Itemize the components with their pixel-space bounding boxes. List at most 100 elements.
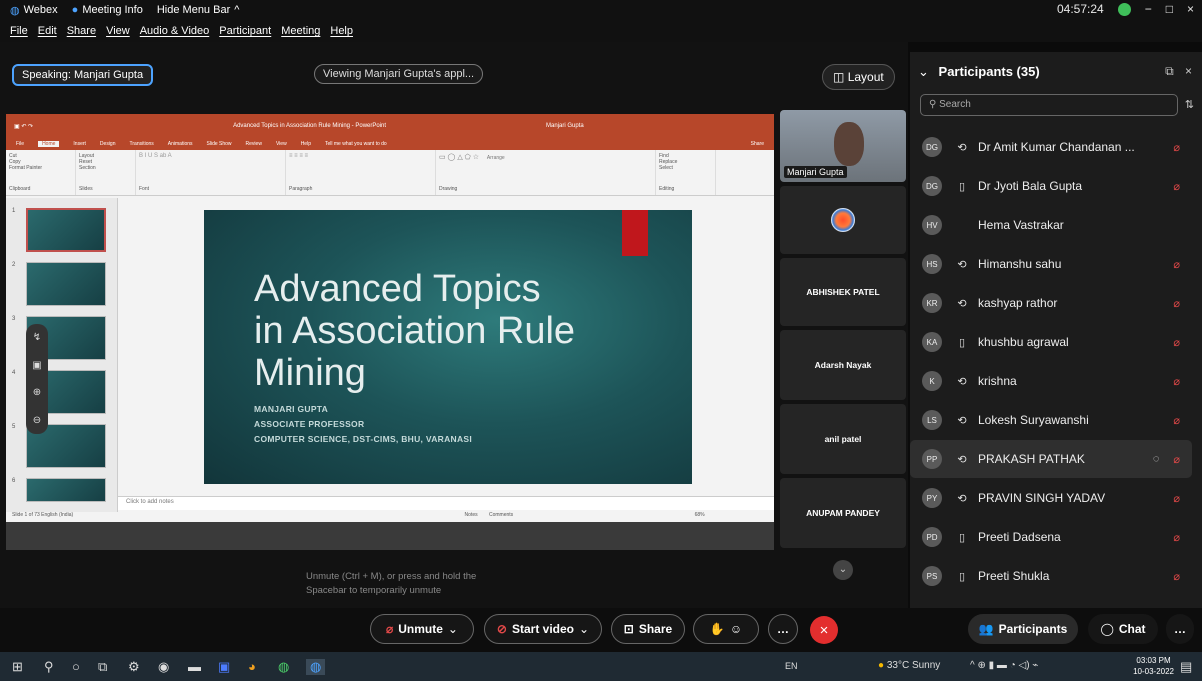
task-view-icon[interactable]: ⧉ — [98, 659, 107, 675]
zoom-out-icon[interactable]: ⊖ — [33, 415, 41, 426]
close-button[interactable]: × — [1187, 2, 1194, 16]
participant-name: Dr Jyoti Bala Gupta — [978, 179, 1083, 193]
participant-row[interactable]: HV Hema Vastrakar — [910, 206, 1192, 244]
participants-toggle-button[interactable]: 👥 Participants — [968, 614, 1078, 644]
video-tile[interactable]: anil patel — [780, 404, 906, 474]
pointer-icon[interactable]: ↯ — [33, 332, 41, 343]
meeting-stage: Speaking: Manjari Gupta Viewing Manjari … — [0, 42, 908, 608]
participants-header[interactable]: ⌄ Participants (35) — [918, 64, 1040, 80]
app-icon[interactable]: ⚙ — [128, 659, 140, 675]
reactions-button[interactable]: ✋ ☺ — [693, 614, 759, 644]
sort-icon[interactable]: ⇅ — [1185, 98, 1194, 111]
panel-header-actions: ⧉ × — [1165, 64, 1192, 79]
chrome-icon[interactable]: ◕ — [248, 659, 256, 674]
ppt-status-notes: Notes — [464, 512, 478, 518]
muted-mic-icon[interactable]: ⌀ — [1173, 570, 1180, 583]
menu-share[interactable]: Share — [67, 25, 96, 37]
popout-icon[interactable]: ⧉ — [1165, 64, 1174, 78]
presenter-video-tile[interactable]: Manjari Gupta — [780, 110, 906, 182]
webex-app-menu[interactable]: ◍ Webex — [10, 4, 58, 17]
panel-more-button[interactable]: … — [1166, 614, 1194, 644]
scroll-down-icon[interactable]: ⌄ — [833, 560, 853, 580]
ppt-status-bar: Slide 1 of 73 English (India) Notes Comm… — [6, 512, 774, 522]
hide-menu-bar-button[interactable]: Hide Menu Bar ^ — [157, 4, 240, 16]
window-title-bar: ◍ Webex ● Meeting Info Hide Menu Bar ^ 0… — [0, 0, 1202, 20]
muted-mic-icon[interactable]: ⌀ — [1173, 414, 1180, 427]
participant-row[interactable]: PY ⟲ PRAVIN SINGH YADAV ⌀ — [910, 479, 1192, 517]
muted-mic-icon[interactable]: ⌀ — [1173, 492, 1180, 505]
language-indicator[interactable]: EN — [785, 661, 798, 671]
leave-meeting-button[interactable]: × — [810, 616, 838, 644]
screen-icon[interactable]: ▣ — [32, 360, 41, 371]
participant-avatar: DG — [922, 137, 942, 157]
app-icon[interactable]: ▬ — [188, 659, 201, 674]
close-panel-icon[interactable]: × — [1185, 64, 1192, 78]
search-icon[interactable]: ⚲ — [44, 659, 54, 675]
photoshop-icon[interactable]: ▣ — [218, 659, 230, 675]
muted-mic-icon[interactable]: ⌀ — [1173, 141, 1180, 154]
meeting-info-button[interactable]: ● Meeting Info — [72, 4, 143, 16]
menu-view[interactable]: View — [106, 25, 130, 37]
participant-row[interactable]: KA ▯ khushbu agrawal ⌀ — [910, 323, 1192, 361]
menu-edit[interactable]: Edit — [38, 25, 57, 37]
menu-meeting[interactable]: Meeting — [281, 25, 320, 37]
participant-name: krishna — [978, 374, 1017, 388]
muted-mic-icon[interactable]: ⌀ — [1173, 297, 1180, 310]
ppt-ribbon-tabs: File Home Insert Design Transitions Anim… — [6, 138, 774, 150]
video-tile[interactable]: ANUPAM PANDEY — [780, 478, 906, 548]
participant-row[interactable]: DG ⟲ Dr Amit Kumar Chandanan ... ⌀ — [910, 128, 1192, 166]
audio-only-tile[interactable] — [780, 186, 906, 254]
participant-row[interactable]: KR ⟲ kashyap rathor ⌀ — [910, 284, 1192, 322]
participant-row[interactable]: K ⟲ krishna ⌀ — [910, 362, 1192, 400]
participants-toggle-label: Participants — [998, 622, 1068, 636]
taskbar-clock[interactable]: 03:03 PM 10-03-2022 — [1133, 655, 1174, 677]
participant-row[interactable]: HS ⟲ Himanshu sahu ⌀ — [910, 245, 1192, 283]
participant-row[interactable]: PD ▯ Preeti Dadsena ⌀ — [910, 518, 1192, 556]
layout-icon: ◫ — [833, 70, 845, 84]
chat-bubble-icon[interactable]: ◌ — [1153, 453, 1160, 465]
menu-help[interactable]: Help — [330, 25, 353, 37]
weather-widget[interactable]: ● 33°C Sunny — [878, 660, 940, 671]
participant-row[interactable]: PS ▯ Preeti Shukla ⌀ — [910, 557, 1192, 595]
muted-mic-icon[interactable]: ⌀ — [1173, 453, 1180, 466]
maximize-button[interactable]: □ — [1166, 2, 1173, 16]
video-tile[interactable]: Adarsh Nayak — [780, 330, 906, 400]
participant-search-input[interactable]: ⚲ Search — [920, 94, 1178, 116]
start-video-button[interactable]: ⊘ Start video ⌄ — [484, 614, 602, 644]
participant-row[interactable]: LS ⟲ Lokesh Suryawanshi ⌀ — [910, 401, 1192, 439]
maps-icon[interactable]: ◉ — [158, 659, 169, 675]
share-button[interactable]: ⊡ Share — [611, 614, 685, 644]
muted-mic-icon[interactable]: ⌀ — [1173, 336, 1180, 349]
muted-mic-icon[interactable]: ⌀ — [1173, 531, 1180, 544]
thumb-number: 5 — [12, 424, 16, 430]
cortana-icon[interactable]: ○ — [72, 659, 80, 674]
menu-audio-video[interactable]: Audio & Video — [140, 25, 210, 37]
ppt-tab-home: Home — [38, 141, 60, 147]
more-options-button[interactable]: … — [768, 614, 798, 644]
ppt-window-title: Advanced Topics in Association Rule Mini… — [233, 123, 387, 129]
windows-start-icon[interactable]: ⊞ — [12, 659, 23, 675]
video-tile[interactable]: ABHISHEK PATEL — [780, 258, 906, 326]
participant-row[interactable]: PP ⟲ PRAKASH PATHAK ◌ ⌀ — [910, 440, 1192, 478]
minimize-button[interactable]: − — [1145, 2, 1152, 16]
notification-icon[interactable]: ▤ — [1180, 659, 1192, 675]
viewing-share-indicator[interactable]: Viewing Manjari Gupta's appl... — [314, 64, 484, 84]
unmute-button[interactable]: ⌀ Unmute ⌄ — [370, 614, 474, 644]
muted-mic-icon[interactable]: ⌀ — [1173, 180, 1180, 193]
chat-button[interactable]: ◯ Chat — [1088, 614, 1158, 644]
menu-participant[interactable]: Participant — [219, 25, 271, 37]
layout-button[interactable]: ◫ Layout — [822, 64, 895, 90]
whatsapp-icon[interactable]: ◍ — [278, 659, 289, 675]
zoom-in-icon[interactable]: ⊕ — [33, 387, 41, 398]
participant-row[interactable]: DG ▯ Dr Jyoti Bala Gupta ⌀ — [910, 167, 1192, 205]
webex-taskbar-icon[interactable]: ◍ — [306, 659, 326, 675]
participant-avatar: PP — [922, 449, 942, 469]
menu-file[interactable]: File — [10, 25, 28, 37]
system-tray-icons[interactable]: ^ ⊕ ▮ ▬ ◔ ◁) ⌁ — [970, 660, 1038, 671]
ppt-group-label: Editing — [659, 186, 675, 192]
muted-mic-icon[interactable]: ⌀ — [1173, 258, 1180, 271]
clock-date: 10-03-2022 — [1133, 667, 1174, 676]
muted-mic-icon[interactable]: ⌀ — [1173, 375, 1180, 388]
participants-title: Participants (35) — [938, 64, 1040, 79]
connection-status-icon[interactable] — [1117, 2, 1131, 16]
